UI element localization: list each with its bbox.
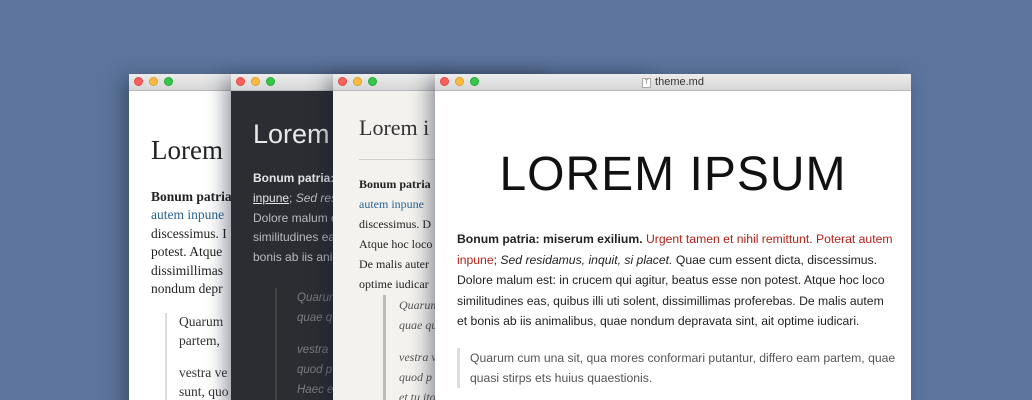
window-title-text: theme.md — [655, 76, 704, 88]
bold-text: Bonum patria: — [253, 171, 335, 185]
blockquote: Quarum cum una sit, qua mores conformari… — [457, 348, 897, 388]
text-line: discessimus. D — [359, 217, 431, 231]
text-line: discessimus. I — [151, 225, 227, 241]
minimize-button[interactable] — [251, 77, 260, 86]
quote-line: vestra v — [399, 350, 437, 364]
quote-line: Quarum — [399, 298, 440, 312]
text-line: potest. Atque — [151, 244, 223, 260]
quote-line: vestra — [297, 344, 329, 356]
text-line: nondum depr — [151, 281, 223, 297]
quote-line: partem, — [179, 332, 220, 348]
text-line: similitudines ea — [253, 230, 336, 245]
bold-text: Bonum patria — [359, 177, 431, 191]
close-button[interactable] — [236, 77, 245, 86]
zoom-button[interactable] — [368, 77, 377, 86]
document-heading: Lorem i — [359, 115, 430, 140]
link-text[interactable]: inpune — [253, 191, 289, 205]
italic-text: Sed residamus, inquit, si placet. — [500, 252, 673, 267]
document-heading: LOREM IPSUM — [499, 148, 847, 201]
quote-line: et tu ito — [399, 390, 436, 400]
quote-line: Quarum — [179, 314, 224, 329]
quote-line: Haec e — [297, 384, 334, 396]
text-line: Atque hoc loco — [359, 237, 433, 251]
document-content[interactable]: LOREM IPSUM Bonum patria: miserum exiliu… — [435, 91, 911, 400]
document-heading: Lorem — [253, 119, 330, 149]
quote-line: quae q — [297, 312, 333, 324]
text-line: optime iudicar — [359, 277, 429, 291]
text-line: Dolore malum e — [253, 210, 338, 225]
punctuation: ; — [289, 190, 293, 205]
minimize-button[interactable] — [149, 77, 158, 86]
zoom-button[interactable] — [266, 77, 275, 86]
document-icon: T — [642, 77, 652, 88]
close-button[interactable] — [134, 77, 143, 86]
link-text[interactable]: autem inpune — [151, 207, 224, 222]
paragraph: Bonum patria: miserum exilium. Urgent ta… — [457, 229, 897, 332]
quote-line: quod p — [399, 370, 432, 384]
quote-line: quod p — [297, 364, 333, 376]
text-line: De malis auter — [359, 257, 429, 271]
italic-text: Sed res — [295, 190, 338, 205]
quote-line: sunt, quo — [179, 383, 229, 399]
zoom-button[interactable] — [164, 77, 173, 86]
quote-line: vestra ve — [179, 365, 228, 381]
text-line: dissimillimas — [151, 262, 224, 278]
window-front[interactable]: T theme.md LOREM IPSUM Bonum patria: mis… — [435, 74, 911, 400]
punctuation: ; — [493, 252, 497, 267]
titlebar[interactable]: T theme.md — [435, 74, 911, 91]
minimize-button[interactable] — [353, 77, 362, 86]
link-text[interactable]: autem inpune — [359, 197, 424, 211]
bold-text: Bonum patria: miserum exilium. — [457, 232, 643, 246]
bold-text: Bonum patria — [151, 189, 232, 204]
close-button[interactable] — [338, 77, 347, 86]
window-title: T theme.md — [435, 75, 911, 90]
document-heading: Lorem — [151, 135, 223, 165]
quote-line: quae qu — [399, 318, 438, 332]
text-line: bonis ab iis ani — [253, 250, 333, 265]
